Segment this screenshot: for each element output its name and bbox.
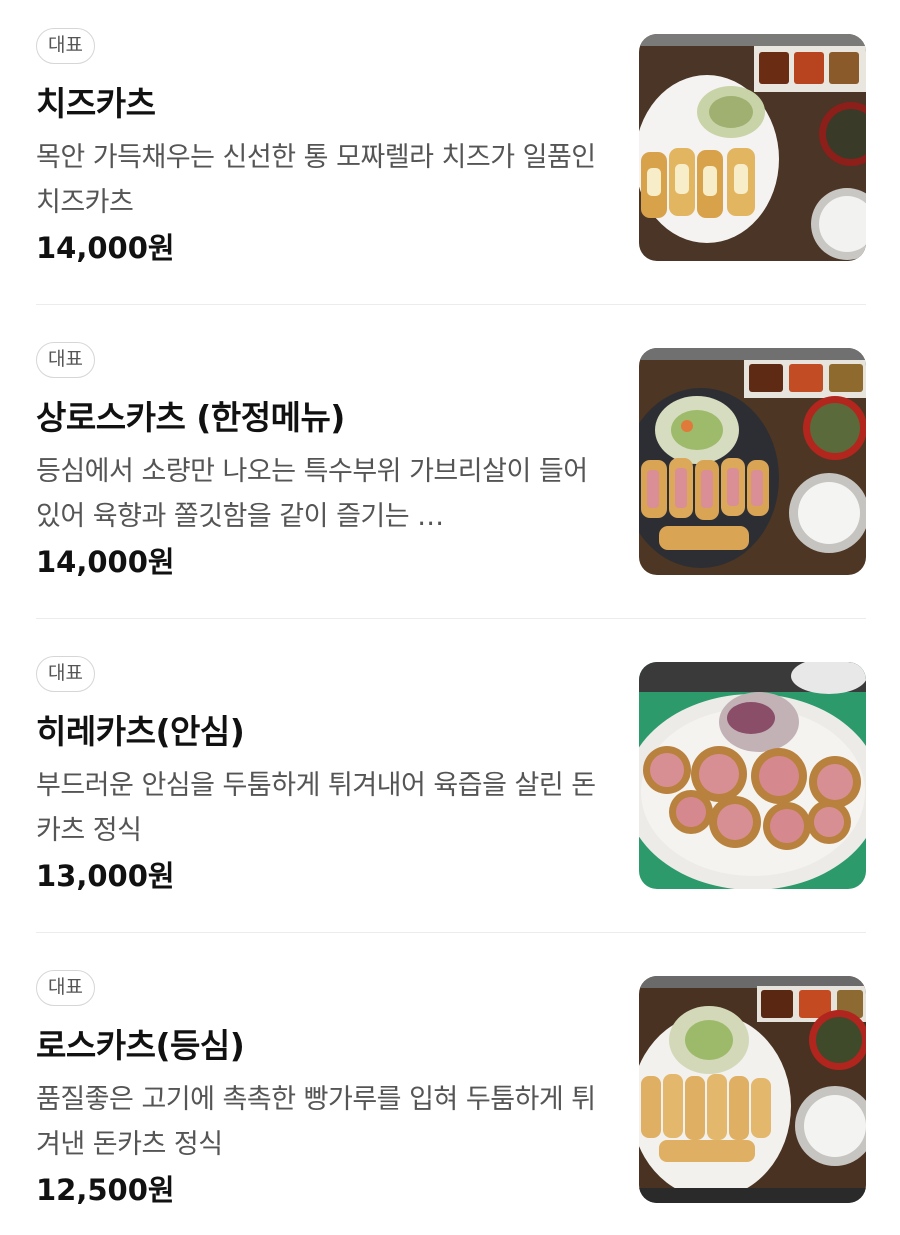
menu-item-name: 로스카츠(등심) (36, 1026, 245, 1065)
menu-item-price: 13,000원 (36, 859, 175, 893)
menu-item-name: 치즈카츠 (36, 84, 156, 123)
menu-item-description: 목안 가득채우는 신선한 통 모짜렐라 치즈가 일품인 치즈카츠 (36, 142, 596, 218)
menu-item-hire-katsu[interactable]: 대표 히레카츠(안심) 부드러운 안심을 두툼하게 튀겨내어 육즙을 살린 돈카… (0, 628, 900, 942)
food-photo-icon[interactable] (639, 662, 866, 889)
food-photo-icon[interactable] (639, 976, 866, 1203)
signature-badge: 대표 (36, 656, 95, 692)
menu-item-description: 등심에서 소량만 나오는 특수부위 가브리살이 들어있어 육향과 쫄깃함을 같이… (36, 456, 588, 532)
menu-item-name: 히레카츠(안심) (36, 712, 245, 751)
food-photo-icon[interactable] (639, 348, 866, 575)
menu-item-price: 12,500원 (36, 1173, 175, 1207)
signature-badge: 대표 (36, 342, 95, 378)
menu-list: 대표 치즈카츠 목안 가득채우는 신선한 통 모짜렐라 치즈가 일품인 치즈카츠… (0, 0, 900, 1235)
divider (36, 304, 866, 305)
menu-item-price: 14,000원 (36, 231, 175, 265)
menu-item-name: 상로스카츠 (한정메뉴) (36, 398, 345, 437)
menu-item-ros-katsu[interactable]: 대표 로스카츠(등심) 품질좋은 고기에 촉촉한 빵가루를 입혀 두툼하게 튀겨… (0, 942, 900, 1235)
signature-badge: 대표 (36, 970, 95, 1006)
signature-badge: 대표 (36, 28, 95, 64)
menu-item-description: 부드러운 안심을 두툼하게 튀겨내어 육즙을 살린 돈카츠 정식 (36, 770, 596, 846)
menu-item-description: 품질좋은 고기에 촉촉한 빵가루를 입혀 두툼하게 튀겨낸 돈카츠 정식 (36, 1084, 596, 1160)
menu-item-price: 14,000원 (36, 545, 175, 579)
divider (36, 618, 866, 619)
menu-item-cheese-katsu[interactable]: 대표 치즈카츠 목안 가득채우는 신선한 통 모짜렐라 치즈가 일품인 치즈카츠… (0, 0, 900, 314)
food-photo-icon[interactable] (639, 34, 866, 261)
menu-item-sangros-katsu[interactable]: 대표 상로스카츠 (한정메뉴) 등심에서 소량만 나오는 특수부위 가브리살이 … (0, 314, 900, 628)
divider (36, 932, 866, 933)
